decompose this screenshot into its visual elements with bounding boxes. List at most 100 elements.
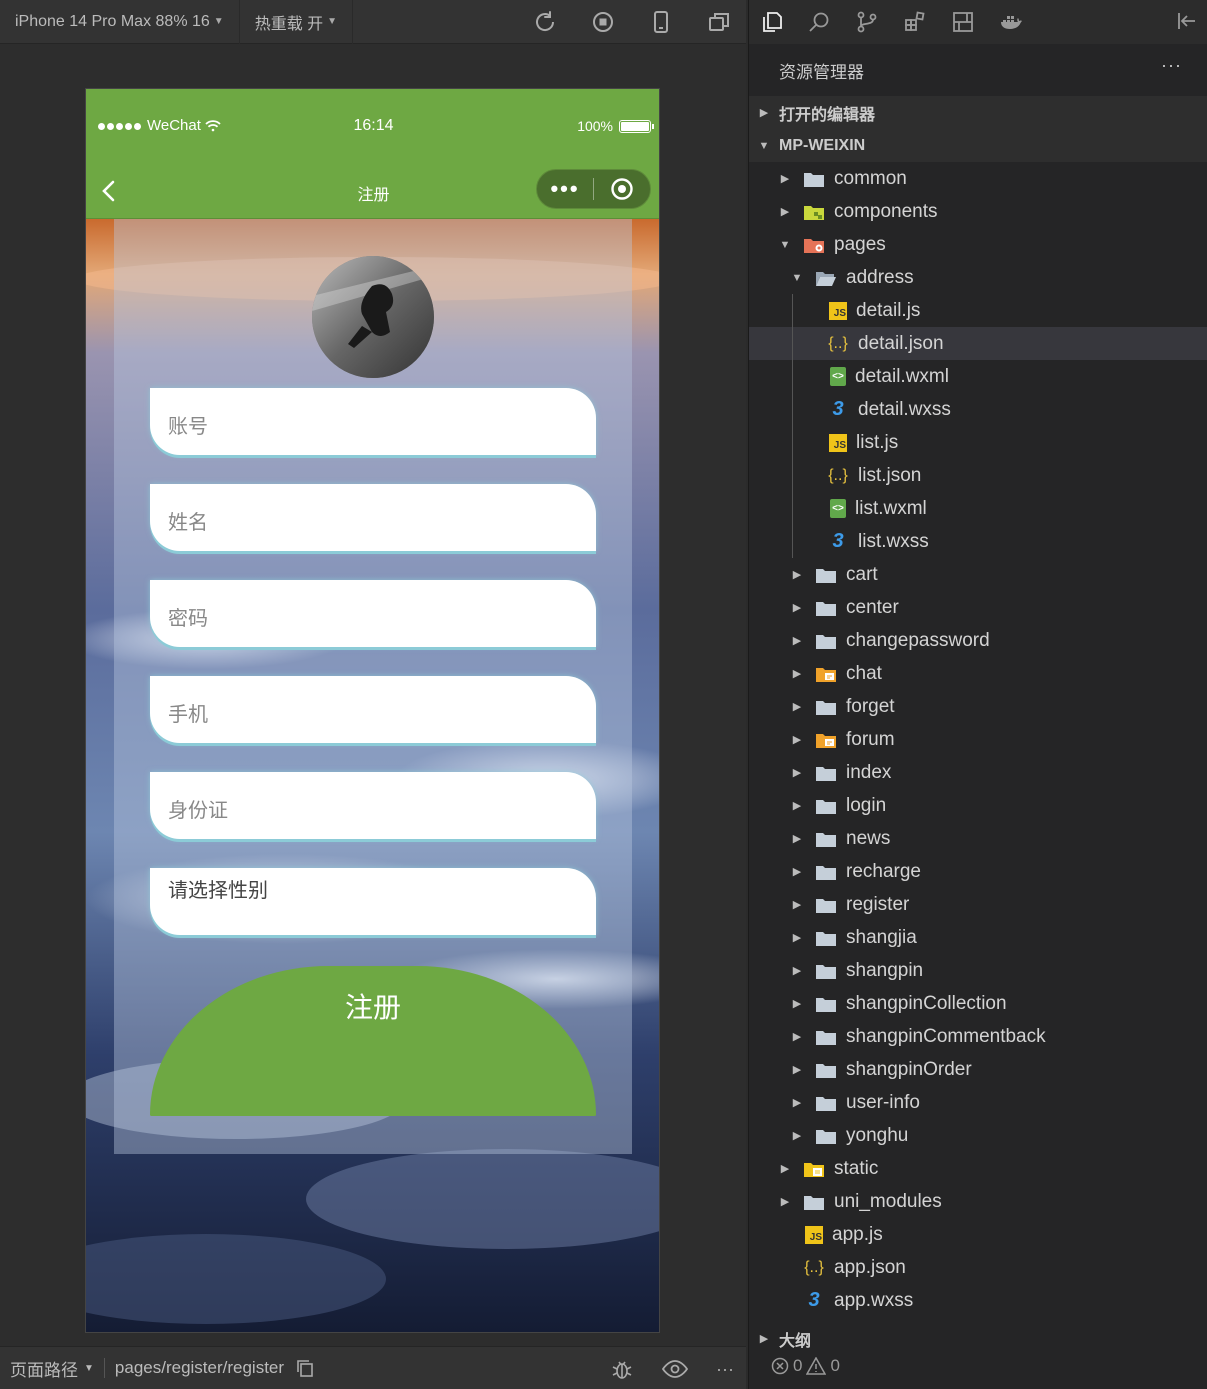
storage-tab[interactable] bbox=[939, 0, 987, 44]
tree-folder-forget[interactable]: ▶ forget bbox=[749, 690, 1207, 723]
password-input[interactable]: 密码 bbox=[150, 580, 596, 647]
tree-folder-yonghu[interactable]: ▶ yonghu bbox=[749, 1119, 1207, 1152]
tree-item-label: list.js bbox=[856, 431, 899, 453]
tree-folder-user-info[interactable]: ▶ user-info bbox=[749, 1086, 1207, 1119]
name-input[interactable]: 姓名 bbox=[150, 484, 596, 551]
folder-icon bbox=[815, 994, 837, 1014]
eye-icon[interactable] bbox=[662, 1359, 689, 1379]
password-placeholder: 密码 bbox=[168, 608, 208, 630]
chat-folder-icon bbox=[815, 730, 837, 750]
tree-folder-changepassword[interactable]: ▶ changepassword bbox=[749, 624, 1207, 657]
tree-folder-cart[interactable]: ▶ cart bbox=[749, 558, 1207, 591]
copy-icon[interactable] bbox=[296, 1359, 314, 1377]
tree-folder-shangjia[interactable]: ▶ shangjia bbox=[749, 921, 1207, 954]
tree-file-app-js[interactable]: ▶JSapp.js bbox=[749, 1218, 1207, 1251]
status-bar: WeChat 16:14 100% bbox=[86, 89, 659, 163]
tree-item-label: chat bbox=[846, 662, 882, 684]
folder-icon bbox=[815, 829, 837, 849]
problems-status[interactable]: 0 0 bbox=[771, 1356, 840, 1376]
tree-folder-center[interactable]: ▶ center bbox=[749, 591, 1207, 624]
chevron-right-icon: ▶ bbox=[792, 668, 802, 680]
chevron-right-icon: ▶ bbox=[792, 635, 802, 647]
chevron-right-icon: ▶ bbox=[792, 734, 802, 746]
explorer-tab[interactable] bbox=[749, 0, 795, 44]
tree-folder-static[interactable]: ▶ static bbox=[749, 1152, 1207, 1185]
tree-file-list-js[interactable]: ▶JSlist.js bbox=[749, 426, 1207, 459]
open-editors-label: 打开的编辑器 bbox=[779, 106, 876, 124]
stop-icon[interactable] bbox=[591, 10, 615, 34]
name-placeholder: 姓名 bbox=[168, 512, 208, 534]
phone-placeholder: 手机 bbox=[168, 704, 208, 726]
tree-folder-shangpincommentback[interactable]: ▶ shangpinCommentback bbox=[749, 1020, 1207, 1053]
page-path-dropdown[interactable]: 页面路径 ▼ bbox=[0, 1356, 104, 1381]
chevron-right-icon: ▶ bbox=[792, 998, 802, 1010]
open-editors-section[interactable]: ▶ 打开的编辑器 bbox=[749, 96, 1207, 129]
tree-file-detail-wxml[interactable]: ▶<>detail.wxml bbox=[749, 360, 1207, 393]
bug-icon[interactable] bbox=[610, 1357, 634, 1381]
tree-folder-pages[interactable]: ▼ pages bbox=[749, 228, 1207, 261]
source-control-tab[interactable] bbox=[843, 0, 891, 44]
tree-file-app-wxss[interactable]: ▶3app.wxss bbox=[749, 1284, 1207, 1317]
error-count: 0 bbox=[793, 1356, 803, 1375]
tree-folder-forum[interactable]: ▶ forum bbox=[749, 723, 1207, 756]
tree-file-list-json[interactable]: ▶{..}list.json bbox=[749, 459, 1207, 492]
collapse-panel-button[interactable] bbox=[1176, 10, 1198, 37]
project-section[interactable]: ▼ MP-WEIXIN bbox=[749, 129, 1207, 162]
id-card-input[interactable]: 身份证 bbox=[150, 772, 596, 839]
tree-folder-shangpinorder[interactable]: ▶ shangpinOrder bbox=[749, 1053, 1207, 1086]
tree-file-app-json[interactable]: ▶{..}app.json bbox=[749, 1251, 1207, 1284]
battery-percent: 100% bbox=[577, 118, 613, 134]
tree-folder-recharge[interactable]: ▶ recharge bbox=[749, 855, 1207, 888]
tree-item-label: shangpinCollection bbox=[846, 992, 1007, 1014]
extensions-tab[interactable] bbox=[891, 0, 939, 44]
device-selector[interactable]: iPhone 14 Pro Max 88% 16 ▼ bbox=[0, 0, 240, 44]
chevron-down-icon: ▼ bbox=[213, 16, 224, 27]
docker-tab[interactable] bbox=[987, 0, 1035, 44]
tree-folder-components[interactable]: ▶ components bbox=[749, 195, 1207, 228]
tree-file-list-wxml[interactable]: ▶<>list.wxml bbox=[749, 492, 1207, 525]
folder-icon bbox=[815, 928, 837, 948]
tree-item-label: shangpin bbox=[846, 959, 924, 981]
explorer-panel: 资源管理器 ··· ▶ 打开的编辑器 ▼ MP-WEIXIN ▶ common ▶ c… bbox=[748, 0, 1207, 1389]
tree-file-detail-wxss[interactable]: ▶3detail.wxss bbox=[749, 393, 1207, 426]
tree-folder-shangpin[interactable]: ▶ shangpin bbox=[749, 954, 1207, 987]
tree-file-detail-js[interactable]: ▶JSdetail.js bbox=[749, 294, 1207, 327]
tree-folder-news[interactable]: ▶ news bbox=[749, 822, 1207, 855]
tree-item-label: components bbox=[834, 200, 938, 222]
tree-folder-shangpincollection[interactable]: ▶ shangpinCollection bbox=[749, 987, 1207, 1020]
phone-icon[interactable] bbox=[649, 10, 673, 34]
gender-picker[interactable]: 请选择性别 bbox=[150, 868, 596, 935]
tree-folder-register[interactable]: ▶ register bbox=[749, 888, 1207, 921]
outline-section[interactable]: ▶ 大纲 bbox=[749, 1322, 1207, 1355]
tree-item-label: cart bbox=[846, 563, 878, 585]
chevron-right-icon: ▶ bbox=[792, 866, 802, 878]
tree-file-list-wxss[interactable]: ▶3list.wxss bbox=[749, 525, 1207, 558]
more-actions-icon[interactable]: ··· bbox=[1161, 55, 1182, 76]
tree-item-label: center bbox=[846, 596, 899, 618]
tree-item-label: detail.wxml bbox=[855, 365, 949, 387]
more-icon[interactable]: ··· bbox=[716, 1359, 734, 1380]
tree-folder-common[interactable]: ▶ common bbox=[749, 162, 1207, 195]
tree-folder-address[interactable]: ▼ address bbox=[749, 261, 1207, 294]
search-tab[interactable] bbox=[795, 0, 843, 44]
tree-folder-uni-modules[interactable]: ▶ uni_modules bbox=[749, 1185, 1207, 1218]
refresh-icon[interactable] bbox=[533, 10, 557, 34]
register-button[interactable]: 注册 bbox=[150, 966, 596, 1116]
window-icon[interactable] bbox=[707, 10, 731, 34]
hot-reload-toggle[interactable]: 热重载 开 ▼ bbox=[240, 0, 354, 44]
tree-folder-chat[interactable]: ▶ chat bbox=[749, 657, 1207, 690]
folder-icon bbox=[815, 862, 837, 882]
tree-item-label: login bbox=[846, 794, 887, 816]
gender-picker-label: 请选择性别 bbox=[168, 880, 268, 902]
more-icon[interactable]: ••• bbox=[537, 169, 593, 209]
device-label: iPhone 14 Pro Max 88% 16 bbox=[15, 12, 210, 30]
tree-folder-login[interactable]: ▶ login bbox=[749, 789, 1207, 822]
tree-file-detail-json[interactable]: ▶{..}detail.json bbox=[749, 327, 1207, 360]
account-input[interactable]: 账号 bbox=[150, 388, 596, 455]
wxml-file-icon: <> bbox=[830, 499, 846, 518]
tree-folder-index[interactable]: ▶ index bbox=[749, 756, 1207, 789]
docker-icon bbox=[1001, 16, 1022, 29]
phone-input[interactable]: 手机 bbox=[150, 676, 596, 743]
avatar[interactable] bbox=[312, 256, 434, 378]
close-miniprogram-icon[interactable] bbox=[594, 177, 650, 201]
